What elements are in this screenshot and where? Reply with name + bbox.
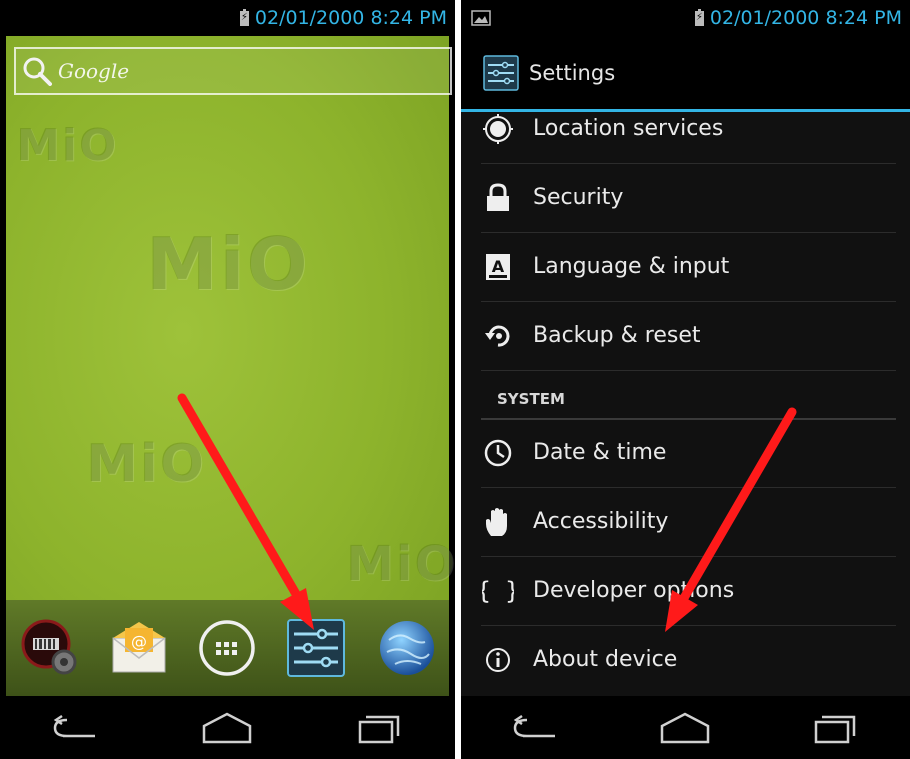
settings-item-language[interactable]: A Language & input [481, 232, 896, 302]
settings-item-label: Location services [533, 116, 724, 141]
back-icon [513, 714, 555, 737]
wallpaper-logo: MiO [86, 434, 206, 494]
recent-apps-icon [814, 715, 856, 743]
search-label: Google [58, 59, 130, 83]
braces-icon: { } [482, 577, 514, 605]
home-screen: ⚡ 02/01/2000 8:24 PM MiO MiO MiO MiO Goo… [0, 0, 455, 759]
navigation-bar [0, 696, 455, 759]
language-icon: A [486, 253, 510, 280]
search-icon [23, 57, 52, 86]
info-icon [486, 647, 510, 672]
settings-item-about[interactable]: About device [481, 625, 896, 694]
email-app-icon: @ [112, 622, 166, 673]
back-button[interactable] [506, 710, 566, 746]
lock-icon [487, 182, 509, 211]
app-dock: @ [6, 600, 449, 696]
settings-item-label: Accessibility [533, 509, 669, 534]
battery-icon: ⚡ [694, 8, 704, 26]
settings-item-label: Security [533, 185, 624, 210]
dock-app-drawer[interactable] [197, 618, 257, 678]
settings-app-icon[interactable] [483, 54, 519, 91]
settings-item-label: About device [533, 647, 678, 672]
settings-sliders-icon [287, 619, 346, 677]
action-bar: Settings [461, 36, 910, 112]
home-icon [661, 712, 710, 743]
back-button[interactable] [46, 710, 106, 746]
gear-app-icon [21, 619, 77, 675]
settings-list: Location services Security A Language & … [461, 112, 910, 696]
home-icon [203, 712, 252, 743]
status-bar: ⚡ 02/01/2000 8:24 PM [461, 0, 910, 36]
settings-item-developer[interactable]: { } Developer options [481, 556, 896, 626]
page-title: Settings [529, 60, 616, 85]
hand-icon [486, 507, 507, 536]
back-icon [53, 714, 95, 737]
google-search-bar[interactable]: Google [14, 47, 452, 95]
settings-item-label: Date & time [533, 440, 667, 465]
wallpaper-logo: MiO [346, 536, 455, 592]
svg-text:@: @ [131, 632, 147, 651]
location-icon [483, 113, 513, 144]
status-bar: ⚡ 02/01/2000 8:24 PM [0, 0, 455, 36]
home-button[interactable] [197, 710, 257, 746]
battery-icon: ⚡ [239, 8, 249, 26]
status-time: 02/01/2000 8:24 PM [709, 7, 902, 29]
globe-icon [379, 621, 434, 675]
dock-app-browser[interactable] [375, 618, 435, 678]
dock-app-gear[interactable] [20, 618, 80, 678]
settings-item-backup[interactable]: Backup & reset [481, 301, 896, 371]
svg-text:A: A [492, 257, 505, 276]
settings-item-location[interactable]: Location services [481, 112, 896, 164]
navigation-bar [461, 696, 910, 759]
recent-apps-button[interactable] [349, 710, 409, 746]
dock-app-email[interactable]: @ [109, 618, 169, 678]
dock-app-settings[interactable] [286, 618, 346, 678]
wallpaper-logo: MiO [16, 120, 119, 171]
recent-apps-button[interactable] [805, 710, 865, 746]
wallpaper-logo: MiO [146, 222, 310, 306]
recent-apps-icon [358, 715, 400, 743]
settings-item-label: Backup & reset [533, 323, 701, 348]
section-header-system: SYSTEM [481, 380, 896, 420]
settings-item-security[interactable]: Security [481, 163, 896, 233]
backup-icon [485, 325, 510, 347]
app-drawer-icon [199, 620, 256, 676]
clock-icon [484, 439, 512, 466]
svg-text:{ }: { } [482, 577, 514, 605]
image-notification-icon [471, 10, 491, 26]
settings-item-accessibility[interactable]: Accessibility [481, 487, 896, 557]
settings-item-date-time[interactable]: Date & time [481, 418, 896, 488]
settings-item-label: Developer options [533, 578, 735, 603]
section-header-label: SYSTEM [497, 390, 565, 408]
wallpaper: MiO MiO MiO MiO [6, 36, 455, 696]
settings-screen: ⚡ 02/01/2000 8:24 PM Settings Location s… [461, 0, 910, 759]
settings-item-label: Language & input [533, 254, 730, 279]
status-time: 02/01/2000 8:24 PM [254, 7, 447, 29]
home-button[interactable] [655, 710, 715, 746]
